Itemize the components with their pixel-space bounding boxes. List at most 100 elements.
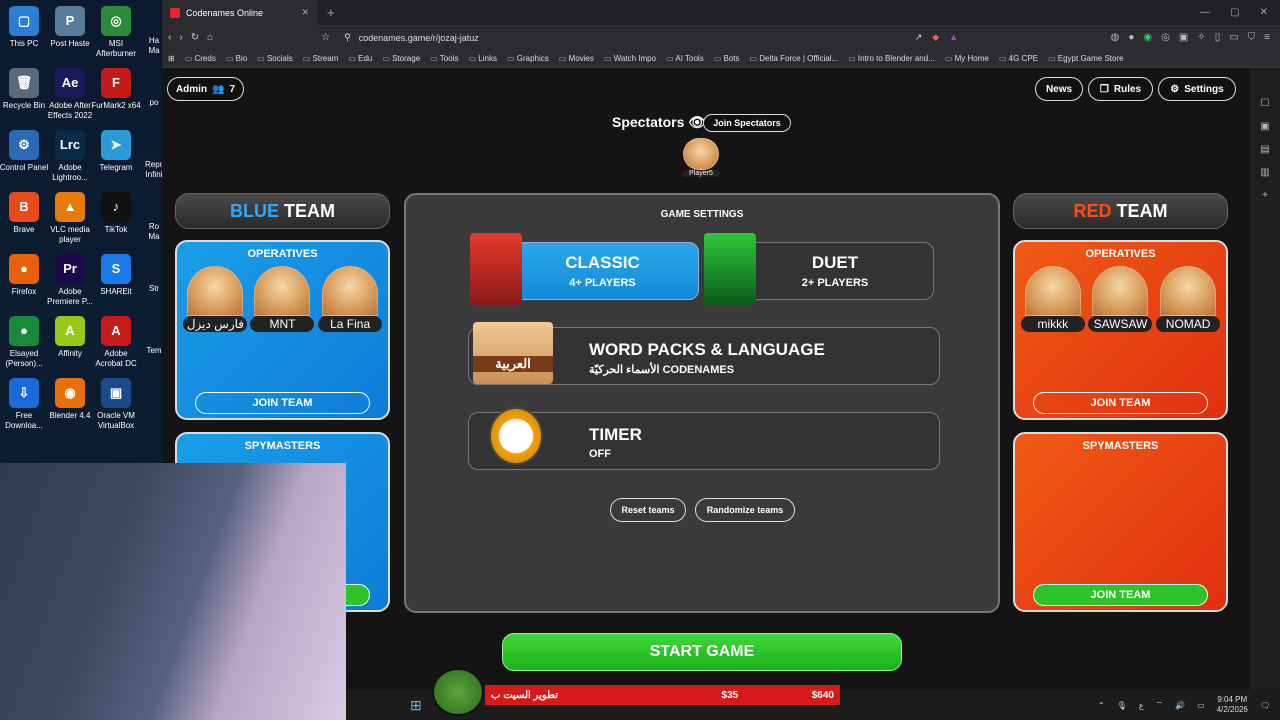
extension-icon[interactable]: ◎ — [1161, 32, 1170, 43]
wallet-icon[interactable]: ▭ — [1229, 32, 1238, 43]
notification-icon[interactable]: 🗨 — [1260, 701, 1270, 710]
desktop-icon[interactable]: ◎ MSI Afterburner — [90, 6, 142, 59]
minimize-icon[interactable]: — — [1200, 7, 1210, 18]
bookmark-item[interactable]: Delta Force | Official... — [750, 54, 838, 63]
bookmark-icon[interactable]: ☆ — [321, 32, 330, 43]
desktop-icon[interactable]: ♪ TikTok — [90, 192, 142, 235]
extension-icon[interactable]: ▣ — [1179, 32, 1188, 43]
desktop-icon[interactable]: S SHAREit — [90, 254, 142, 297]
clock[interactable]: 9:04 PM 4/2/2026 — [1217, 695, 1248, 715]
sidebar-add-icon[interactable]: + — [1262, 190, 1268, 201]
duet-mode-button[interactable]: DUET 2+ PLAYERS — [736, 242, 934, 300]
desktop-icon[interactable]: ● Elsayed (Person)... — [0, 316, 50, 369]
site-info-icon[interactable]: ⚲ — [344, 32, 351, 43]
desktop-icon[interactable]: ▲ VLC media player — [44, 192, 96, 245]
apps-icon[interactable]: ⊞ — [168, 54, 175, 63]
bookmark-item[interactable]: Bots — [714, 54, 739, 63]
desktop-icon-label[interactable]: Repo Infini — [145, 160, 163, 180]
bookmark-item[interactable]: My Home — [945, 54, 989, 63]
bookmark-item[interactable]: Watch Impo — [604, 54, 656, 63]
desktop-icon[interactable]: Lrc Adobe Lightroo... — [44, 130, 96, 183]
desktop-icon-label[interactable]: po — [145, 98, 163, 108]
volume-icon[interactable]: 🔊 — [1175, 701, 1185, 710]
bookmark-item[interactable]: Tools — [430, 54, 459, 63]
reset-teams-button[interactable]: Reset teams — [610, 498, 686, 522]
timer-button[interactable]: TIMER OFF — [468, 407, 940, 470]
battery-icon[interactable]: ▭ — [1197, 701, 1205, 710]
red-join-operatives-button[interactable]: JOIN TEAM — [1033, 392, 1208, 414]
desktop-icon-label[interactable]: Ro Ma — [145, 222, 163, 242]
desktop-icon[interactable]: A Affinity — [44, 316, 96, 359]
tray-chevron-icon[interactable]: ⌃ — [1098, 701, 1105, 710]
bookmark-item[interactable]: Creds — [185, 54, 215, 63]
bookmark-item[interactable]: Movies — [559, 54, 594, 63]
bookmark-item[interactable]: Stream — [303, 54, 339, 63]
extension-icon[interactable]: ● — [1128, 32, 1134, 43]
red-join-spymasters-button[interactable]: JOIN TEAM — [1033, 584, 1208, 606]
bookmark-item[interactable]: Egypt Game Store — [1048, 54, 1124, 63]
share-icon[interactable]: ↗ — [915, 32, 923, 43]
rewards-icon[interactable]: ▲ — [949, 32, 958, 43]
desktop-icon[interactable]: ● Firefox — [0, 254, 50, 297]
bookmark-item[interactable]: Storage — [382, 54, 420, 63]
desktop-icon[interactable]: P Post Haste — [44, 6, 96, 49]
start-icon[interactable]: ⊞ — [410, 697, 422, 714]
home-icon[interactable]: ⌂ — [207, 32, 213, 43]
desktop-icon[interactable]: F FurMark2 x64 — [90, 68, 142, 111]
desktop-icon[interactable]: 🗑 Recycle Bin — [0, 68, 50, 111]
rules-button[interactable]: ❒ Rules — [1088, 77, 1153, 101]
back-icon[interactable]: ‹ — [168, 32, 171, 43]
new-tab-icon[interactable]: + — [327, 5, 335, 20]
desktop-icon[interactable]: B Brave — [0, 192, 50, 235]
menu-icon[interactable]: ≡ — [1264, 32, 1270, 43]
desktop-icon[interactable]: Ae Adobe After Effects 2022 — [44, 68, 96, 121]
bookmark-item[interactable]: Bio — [226, 54, 248, 63]
vpn-icon[interactable]: ⛉ — [1248, 32, 1256, 43]
randomize-teams-button[interactable]: Randomize teams — [695, 498, 795, 522]
desktop-icon-label[interactable]: Str — [145, 284, 163, 294]
desktop-icon[interactable]: ⚙ Control Panel — [0, 130, 50, 173]
wifi-icon[interactable]: ⌔ — [1156, 700, 1164, 710]
sidebar-toggle-icon[interactable]: ▯ — [1215, 32, 1221, 43]
settings-button[interactable]: ⚙ Settings — [1158, 77, 1236, 101]
brave-shield-icon[interactable]: ◆ — [932, 32, 939, 43]
bookmark-item[interactable]: Graphics — [507, 54, 549, 63]
start-game-button[interactable]: START GAME — [502, 633, 902, 671]
bookmark-item[interactable]: Edu — [348, 54, 372, 63]
desktop-icon[interactable]: Pr Adobe Premiere P... — [44, 254, 96, 307]
mic-icon[interactable]: 🎙 — [1117, 701, 1127, 710]
desktop-icon[interactable]: ▣ Oracle VM VirtualBox — [90, 378, 142, 431]
puzzle-icon[interactable]: ✧ — [1197, 32, 1205, 43]
desktop-icon-label[interactable]: Tem — [145, 346, 163, 356]
extension-icon[interactable]: ◉ — [1143, 32, 1152, 43]
blue-join-operatives-button[interactable]: JOIN TEAM — [195, 392, 370, 414]
forward-icon[interactable]: › — [179, 32, 182, 43]
extension-icon[interactable]: ◍ — [1111, 32, 1120, 43]
sidebar-history-icon[interactable]: ▣ — [1260, 121, 1269, 132]
close-tab-icon[interactable]: ✕ — [301, 7, 309, 18]
bookmark-item[interactable]: Intro to Blender and... — [848, 54, 935, 63]
classic-mode-button[interactable]: CLASSIC 4+ PLAYERS — [506, 242, 699, 300]
desktop-icon[interactable]: ➤ Telegram — [90, 130, 142, 173]
news-button[interactable]: News — [1035, 77, 1083, 101]
desktop-icon[interactable]: A Adobe Acrobat DC — [90, 316, 142, 369]
reload-icon[interactable]: ↻ — [191, 32, 199, 43]
word-packs-button[interactable]: العربية WORD PACKS & LANGUAGE الأسماء ال… — [468, 322, 940, 385]
bookmark-item[interactable]: Links — [468, 54, 497, 63]
maximize-icon[interactable]: ▢ — [1230, 7, 1239, 18]
desktop-icon[interactable]: ◉ Blender 4.4 — [44, 378, 96, 421]
bookmark-item[interactable]: 4G CPE — [999, 54, 1038, 63]
url-input[interactable]: ⚲ codenames.game/r/jozaj-jatuz ↗ ◆ ▲ — [338, 28, 959, 47]
desktop-icon-label[interactable]: Ha Ma — [145, 36, 163, 56]
sidebar-wallet-icon[interactable]: ▤ — [1260, 144, 1269, 155]
admin-button[interactable]: Admin 👥 7 — [167, 77, 244, 101]
join-spectators-button[interactable]: Join Spectators — [703, 114, 791, 132]
bookmark-item[interactable]: AI Tools — [666, 54, 703, 63]
lang-indicator[interactable]: ع — [1139, 701, 1144, 710]
browser-tab[interactable]: Codenames Online ✕ — [162, 0, 317, 25]
sidebar-reading-icon[interactable]: ▥ — [1260, 167, 1269, 178]
sidebar-bookmarks-icon[interactable]: ☐ — [1261, 98, 1270, 109]
desktop-icon[interactable]: ⇩ Free Downloa... — [0, 378, 50, 431]
close-window-icon[interactable]: ✕ — [1260, 7, 1268, 18]
desktop-icon[interactable]: ▢ This PC — [0, 6, 50, 49]
